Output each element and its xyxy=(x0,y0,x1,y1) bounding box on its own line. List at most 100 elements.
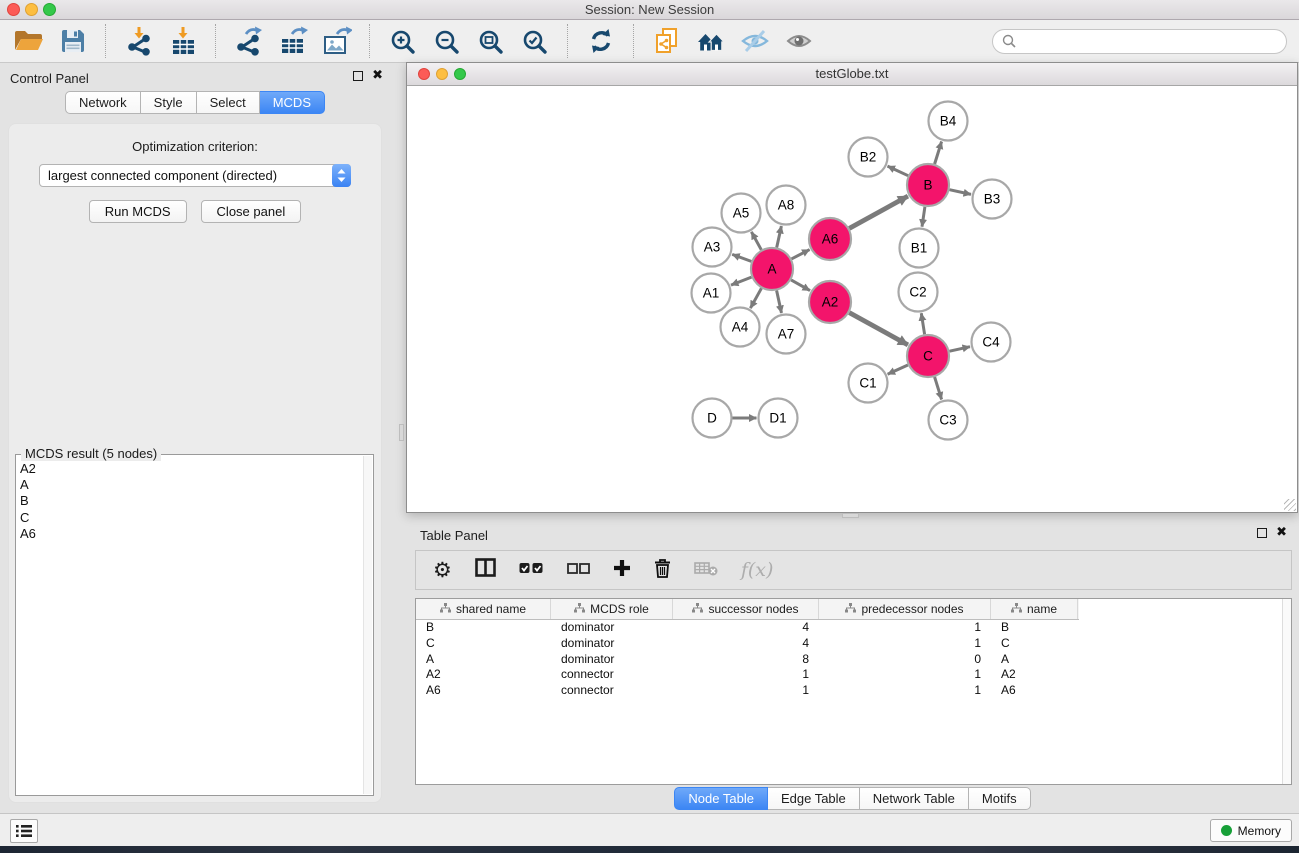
table-cell[interactable]: A xyxy=(991,652,1078,668)
table-cell[interactable]: A2 xyxy=(991,667,1078,683)
node-C[interactable]: C xyxy=(907,335,949,377)
edge-C-C1[interactable] xyxy=(888,365,908,374)
search-input[interactable] xyxy=(1021,34,1277,49)
table-cell[interactable]: 1 xyxy=(819,683,991,699)
node-A7[interactable]: A7 xyxy=(767,315,806,354)
table-cell[interactable]: 8 xyxy=(673,652,819,668)
table-cell[interactable]: 4 xyxy=(673,620,819,636)
network-canvas[interactable]: B4B2BB3A8A5A6A3B1AA1C2A2A4A7C4CC1C3DD1 xyxy=(407,86,1297,512)
node-D[interactable]: D xyxy=(693,399,732,438)
new-network-from-selection-button[interactable] xyxy=(648,23,685,60)
table-row[interactable]: Bdominator41B xyxy=(416,620,1291,636)
table-row[interactable]: A2connector11A2 xyxy=(416,667,1291,683)
table-row[interactable]: Adominator80A xyxy=(416,652,1291,668)
float-table-panel-icon[interactable] xyxy=(1257,528,1267,538)
edge-B-B1[interactable] xyxy=(922,207,925,227)
zoom-selected-button[interactable] xyxy=(516,23,553,60)
node-B[interactable]: B xyxy=(907,164,949,206)
table-cell[interactable]: connector xyxy=(551,683,673,699)
resize-grip[interactable] xyxy=(1284,499,1296,511)
minimize-network-button[interactable] xyxy=(436,68,448,80)
node-C3[interactable]: C3 xyxy=(929,401,968,440)
table-cell[interactable]: dominator xyxy=(551,636,673,652)
export-image-button[interactable] xyxy=(318,23,355,60)
node-C2[interactable]: C2 xyxy=(899,273,938,312)
node-B2[interactable]: B2 xyxy=(849,138,888,177)
import-network-button[interactable] xyxy=(120,23,157,60)
table-cell[interactable]: B xyxy=(416,620,551,636)
edge-A-A5[interactable] xyxy=(751,232,761,250)
mcds-result-item[interactable]: C xyxy=(20,510,363,526)
tab-mcds[interactable]: MCDS xyxy=(260,91,325,114)
criterion-select[interactable]: largest connected component (directed) xyxy=(39,164,351,187)
node-D1[interactable]: D1 xyxy=(759,399,798,438)
node-B4[interactable]: B4 xyxy=(929,102,968,141)
export-network-button[interactable] xyxy=(230,23,267,60)
close-window-button[interactable] xyxy=(7,3,20,16)
open-session-button[interactable] xyxy=(10,23,47,60)
table-row[interactable]: Cdominator41C xyxy=(416,636,1291,652)
edge-B-B3[interactable] xyxy=(950,190,972,195)
edge-B-B2[interactable] xyxy=(888,166,909,176)
splitter-handle-vertical[interactable] xyxy=(399,424,404,441)
edge-A-A8[interactable] xyxy=(777,226,782,248)
column-header-MCDS-role[interactable]: MCDS role xyxy=(551,599,673,619)
table-cell[interactable]: 1 xyxy=(673,667,819,683)
hide-selected-button[interactable] xyxy=(736,23,773,60)
table-cell[interactable]: 1 xyxy=(673,683,819,699)
refresh-view-button[interactable] xyxy=(582,23,619,60)
tab-network-table[interactable]: Network Table xyxy=(860,787,969,810)
column-header-shared-name[interactable]: shared name xyxy=(416,599,551,619)
edge-C-C3[interactable] xyxy=(935,377,942,400)
node-A4[interactable]: A4 xyxy=(721,308,760,347)
node-C1[interactable]: C1 xyxy=(849,364,888,403)
table-cell[interactable]: A2 xyxy=(416,667,551,683)
splitter-handle-horizontal[interactable] xyxy=(842,513,859,518)
edge-A-A1[interactable] xyxy=(731,277,752,285)
show-columns-icon[interactable] xyxy=(475,558,496,582)
mcds-result-scrollbar[interactable] xyxy=(363,456,372,794)
edge-A-A4[interactable] xyxy=(750,288,761,308)
table-cell[interactable]: A6 xyxy=(991,683,1078,699)
tab-style[interactable]: Style xyxy=(141,91,197,114)
table-cell[interactable]: 1 xyxy=(819,636,991,652)
run-mcds-button[interactable]: Run MCDS xyxy=(89,200,187,223)
node-A3[interactable]: A3 xyxy=(693,228,732,267)
table-cell[interactable]: 4 xyxy=(673,636,819,652)
node-A5[interactable]: A5 xyxy=(722,194,761,233)
table-cell[interactable]: C xyxy=(991,636,1078,652)
tab-edge-table[interactable]: Edge Table xyxy=(768,787,860,810)
table-cell[interactable]: 1 xyxy=(819,620,991,636)
edge-A-A6[interactable] xyxy=(792,250,810,259)
table-cell[interactable]: A xyxy=(416,652,551,668)
delete-icon[interactable] xyxy=(654,558,671,583)
memory-button[interactable]: Memory xyxy=(1210,819,1292,842)
add-icon[interactable] xyxy=(613,559,631,582)
tab-node-table[interactable]: Node Table xyxy=(674,787,768,810)
export-table-button[interactable] xyxy=(274,23,311,60)
save-session-button[interactable] xyxy=(54,23,91,60)
edge-A-A2[interactable] xyxy=(791,280,810,291)
minimize-window-button[interactable] xyxy=(25,3,38,16)
zoom-in-button[interactable] xyxy=(384,23,421,60)
close-panel-icon[interactable]: ✖ xyxy=(372,71,383,81)
mcds-result-item[interactable]: A xyxy=(20,477,363,493)
zoom-out-button[interactable] xyxy=(428,23,465,60)
table-cell[interactable]: dominator xyxy=(551,620,673,636)
node-A1[interactable]: A1 xyxy=(692,274,731,313)
table-cell[interactable]: B xyxy=(991,620,1078,636)
table-cell[interactable]: 0 xyxy=(819,652,991,668)
edge-B-B4[interactable] xyxy=(935,142,942,165)
node-A8[interactable]: A8 xyxy=(767,186,806,225)
network-window-titlebar[interactable]: testGlobe.txt xyxy=(407,63,1297,86)
close-network-button[interactable] xyxy=(418,68,430,80)
zoom-fit-button[interactable] xyxy=(472,23,509,60)
table-row[interactable]: A6connector11A6 xyxy=(416,683,1291,699)
task-history-button[interactable] xyxy=(10,819,38,843)
column-header-predecessor-nodes[interactable]: predecessor nodes xyxy=(819,599,991,619)
table-cell[interactable]: A6 xyxy=(416,683,551,699)
mcds-result-item[interactable]: A2 xyxy=(20,461,363,477)
node-B1[interactable]: B1 xyxy=(900,229,939,268)
tab-network[interactable]: Network xyxy=(65,91,141,114)
node-C4[interactable]: C4 xyxy=(972,323,1011,362)
